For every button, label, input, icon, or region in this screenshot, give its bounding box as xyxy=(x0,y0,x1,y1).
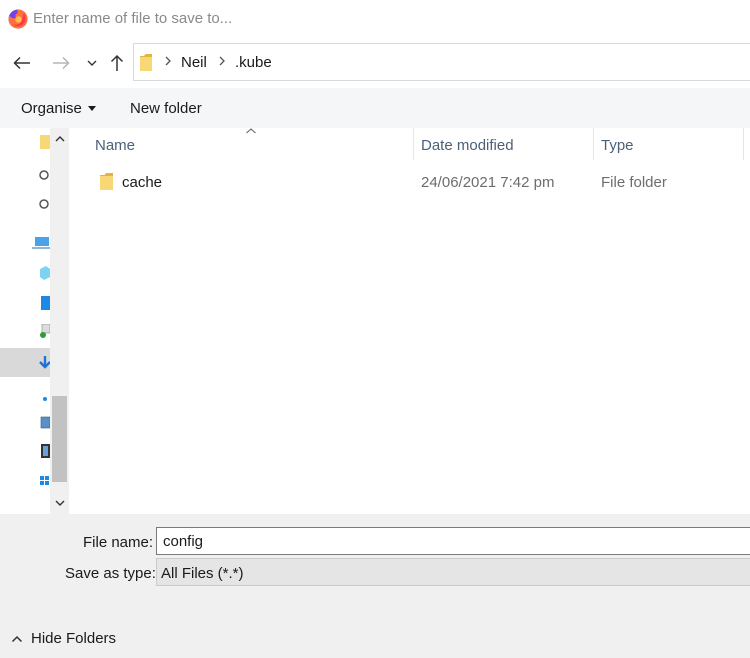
folder-icon xyxy=(140,54,152,71)
command-toolbar: Organise New folder xyxy=(0,88,750,128)
organise-label: Organise xyxy=(21,100,82,117)
title-bar: Enter name of file to save to... xyxy=(0,0,750,38)
back-button[interactable] xyxy=(11,52,33,74)
window-title-placeholder: Enter name of file to save to... xyxy=(33,10,233,27)
scroll-down-button[interactable] xyxy=(50,492,69,514)
folder-icon xyxy=(100,173,113,190)
type-cell: File folder xyxy=(601,174,667,191)
sort-up-icon xyxy=(246,128,256,134)
navigation-pane-scrollbar[interactable] xyxy=(50,128,69,514)
scroll-up-button[interactable] xyxy=(50,128,69,150)
address-bar[interactable]: Neil .kube xyxy=(133,43,750,81)
column-header-type[interactable]: Type xyxy=(601,128,634,160)
hide-folders-button[interactable]: Hide Folders xyxy=(11,630,116,647)
column-header-name[interactable]: Name xyxy=(95,128,135,160)
breadcrumb-neil[interactable]: Neil xyxy=(181,54,207,71)
file-name-input[interactable] xyxy=(156,527,750,555)
firefox-icon xyxy=(8,9,28,29)
caret-down-icon xyxy=(87,105,96,111)
pictures-icon[interactable] xyxy=(38,416,50,430)
organise-button[interactable]: Organise xyxy=(21,100,96,117)
up-arrow-icon xyxy=(110,54,124,71)
save-as-type-label: Save as type: xyxy=(65,565,156,582)
navigation-pane xyxy=(0,128,50,514)
hide-folders-label: Hide Folders xyxy=(31,630,117,647)
column-divider[interactable] xyxy=(593,128,594,160)
breadcrumb-kube[interactable]: .kube xyxy=(235,54,272,71)
chevron-up-icon xyxy=(55,136,64,142)
scrollbar-thumb[interactable] xyxy=(52,396,67,482)
save-options-panel: File name: Save as type: All Files (*.*)… xyxy=(0,514,750,658)
windows-drive-icon[interactable] xyxy=(38,474,50,488)
up-button[interactable] xyxy=(106,52,128,74)
network-drive-icon[interactable] xyxy=(38,196,50,210)
documents-icon[interactable] xyxy=(38,324,50,338)
network-drive-icon[interactable] xyxy=(38,167,50,181)
chevron-down-icon xyxy=(55,500,64,506)
music-icon[interactable] xyxy=(38,390,50,404)
chevron-up-icon xyxy=(11,635,23,643)
column-divider[interactable] xyxy=(743,128,744,160)
navigation-bar: Neil .kube xyxy=(0,38,750,88)
file-name-cell: cache xyxy=(122,174,163,191)
videos-icon[interactable] xyxy=(38,444,50,458)
file-list: Name Date modified Type cache 24/06/2021… xyxy=(69,128,750,514)
back-arrow-icon xyxy=(13,56,30,70)
desktop-icon[interactable] xyxy=(38,296,50,310)
forward-button[interactable] xyxy=(50,52,72,74)
file-name-label: File name: xyxy=(83,534,154,551)
3d-objects-icon[interactable] xyxy=(38,266,50,280)
save-as-type-select[interactable]: All Files (*.*) xyxy=(156,558,750,586)
table-row[interactable]: cache 24/06/2021 7:42 pm File folder xyxy=(69,168,750,196)
date-modified-cell: 24/06/2021 7:42 pm xyxy=(421,174,555,191)
recent-locations-button[interactable] xyxy=(81,52,103,74)
column-divider[interactable] xyxy=(413,128,414,160)
chevron-right-icon xyxy=(165,56,171,66)
chevron-down-icon xyxy=(87,60,97,66)
downloads-icon xyxy=(39,356,50,369)
new-folder-button[interactable]: New folder xyxy=(130,100,202,117)
this-pc-icon[interactable] xyxy=(32,236,50,250)
forward-arrow-icon xyxy=(53,56,70,70)
folder-icon[interactable] xyxy=(38,135,50,149)
chevron-right-icon xyxy=(219,56,225,66)
column-header-date-modified[interactable]: Date modified xyxy=(421,128,514,160)
